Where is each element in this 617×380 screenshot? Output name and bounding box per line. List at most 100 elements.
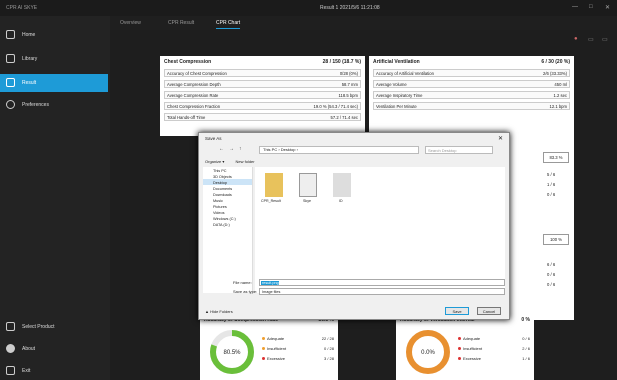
row-value: 118.5 bpm: [338, 93, 358, 98]
legend-value: 1 / 6: [522, 356, 530, 361]
sidebar-item-library[interactable]: Library: [0, 50, 108, 68]
donut-center-label: 80.5%: [223, 350, 241, 356]
exit-icon: [6, 366, 15, 375]
product-icon: [6, 322, 15, 331]
filename-label: File name:: [233, 280, 252, 285]
sidebar-item-home[interactable]: Home: [0, 26, 108, 44]
address-bar[interactable]: This PC › Desktop ›: [259, 146, 419, 154]
home-icon: [6, 30, 15, 39]
legend-value: 3 / 28: [323, 356, 334, 361]
table-row: Chest Compression Fraction 19.0 % (54.3 /…: [164, 102, 361, 110]
file-name: CPR_Result: [261, 199, 281, 203]
stat-value: 1 / 6: [547, 182, 556, 187]
up-icon[interactable]: ↑: [239, 146, 242, 152]
new-folder-button[interactable]: New folder: [235, 159, 254, 164]
legend-value: 22 / 28: [321, 336, 334, 341]
donut-chart: 0.0%: [406, 330, 450, 374]
legend-dot: [458, 357, 461, 360]
vent-title: Artificial Ventilation: [373, 59, 420, 65]
maximize-icon[interactable]: □: [589, 4, 593, 10]
savetype-label: Save as type:: [233, 289, 258, 294]
row-label: Average Inspiratory Time: [376, 93, 423, 98]
row-value: 57.2 / 71.4 sec: [330, 115, 358, 120]
ventilation-interval-card: Accuracy of Ventilation Interval 0 % 0.0…: [396, 314, 534, 380]
row-value: 0/28 (0%): [339, 71, 358, 76]
tab-cpr-result[interactable]: CPR Result: [168, 20, 194, 26]
savetype-select[interactable]: Image files: [259, 288, 505, 295]
tab-overview[interactable]: Overview: [120, 20, 141, 26]
stat-value: 5 / 6: [547, 172, 556, 177]
sidebar-item-about[interactable]: About: [0, 340, 108, 358]
table-row: Average Compression Rate 118.5 bpm: [164, 91, 361, 99]
row-value: 12.1 bpm: [549, 104, 567, 109]
row-label: Average Volume: [376, 82, 407, 87]
file-icon[interactable]: [299, 173, 317, 197]
row-value: 2/6 (33.33%): [543, 71, 567, 76]
legend-item: Adequate 22 / 28: [262, 336, 334, 344]
save-button[interactable]: Save: [445, 307, 469, 315]
sidebar-item-label: Result: [22, 80, 37, 86]
minimize-icon[interactable]: —: [572, 4, 578, 10]
close-icon[interactable]: ✕: [605, 4, 610, 11]
legend-dot: [262, 357, 265, 360]
filename-field[interactable]: result.png: [259, 279, 505, 286]
sidebar-item-preferences[interactable]: Preferences: [0, 96, 108, 114]
legend-label: Excessive: [267, 356, 286, 361]
stat-value: 6 / 6: [547, 262, 556, 267]
table-row: Ventilation Per Minute 12.1 bpm: [373, 102, 570, 110]
sidebar-item-label: About: [22, 346, 36, 352]
savetype-value: Image files: [262, 290, 281, 294]
legend-value: 2 / 6: [522, 346, 530, 351]
vent-value: 6 / 30 (20 %): [541, 59, 570, 65]
window-title: Result 1 2021/5/6 11:21:08: [320, 5, 380, 11]
tab-cpr-chart[interactable]: CPR Chart: [216, 20, 241, 29]
row-label: Average Compression Rate: [167, 93, 219, 98]
folder-icon[interactable]: [265, 173, 283, 197]
legend-item: Insufficient 2 / 6: [458, 346, 530, 354]
legend-label: Insufficient: [463, 346, 483, 351]
table-row: Average Inspiratory Time 1.2 sec: [373, 91, 570, 99]
back-icon[interactable]: ←: [219, 146, 224, 152]
file-icon[interactable]: [333, 173, 351, 197]
sidebar-item-result[interactable]: Result: [0, 74, 108, 92]
chest-value: 28 / 150 (18.7 %): [322, 59, 361, 65]
sidebar-item-select-product[interactable]: Select Product: [0, 318, 108, 336]
forward-icon[interactable]: →: [229, 146, 234, 152]
card-value: 0 %: [521, 317, 530, 323]
table-row: Total Hands-off Time 57.2 / 71.4 sec: [164, 113, 361, 121]
sidebar-item-label: Library: [22, 56, 38, 62]
status-badge: 100 %: [543, 234, 569, 245]
row-value: 450 ml: [554, 82, 567, 87]
sidebar-item-label: Select Product: [22, 324, 55, 330]
file-list: CPR_Result Skye ID: [255, 167, 505, 293]
filename-value: result.png: [262, 281, 279, 285]
sidebar: Home Library Result Preferences Select P…: [0, 16, 110, 380]
organize-button[interactable]: Organize ▾: [205, 159, 224, 164]
hide-folders-button[interactable]: ▲ Hide Folders: [205, 309, 233, 314]
donut-chart: 80.5%: [210, 330, 254, 374]
sidebar-item-label: Home: [22, 32, 36, 38]
address-path: This PC › Desktop ›: [263, 147, 298, 152]
row-value: 58.7 mm: [341, 82, 358, 87]
record-icon[interactable]: ●: [574, 36, 578, 42]
close-icon[interactable]: ✕: [498, 135, 503, 142]
legend-label: Excessive: [463, 356, 482, 361]
legend-label: Insufficient: [267, 346, 287, 351]
search-input[interactable]: Search Desktop: [425, 146, 493, 154]
print-icon[interactable]: ▭: [588, 36, 594, 43]
row-label: Total Hands-off Time: [167, 115, 206, 120]
file-name: ID: [339, 199, 343, 203]
row-value: 19.0 % (54.3 / 71.4 sec): [313, 104, 358, 109]
export-icon[interactable]: ▭: [602, 36, 608, 43]
legend-dot: [262, 347, 265, 350]
sidebar-item-label: Preferences: [22, 102, 49, 108]
result-icon: [6, 78, 15, 87]
legend-dot: [458, 347, 461, 350]
row-value: 1.2 sec: [553, 93, 567, 98]
table-row: Average Compression Depth 58.7 mm: [164, 80, 361, 88]
app-window: CPR AI SKYE Result 1 2021/5/6 11:21:08 —…: [0, 0, 617, 380]
cancel-button[interactable]: Cancel: [477, 307, 501, 315]
sidebar-item-exit[interactable]: Exit: [0, 362, 108, 380]
tree-item[interactable]: DATA (D:): [203, 221, 252, 227]
table-row: Accuracy of Artificial Ventilation 2/6 (3…: [373, 69, 570, 77]
